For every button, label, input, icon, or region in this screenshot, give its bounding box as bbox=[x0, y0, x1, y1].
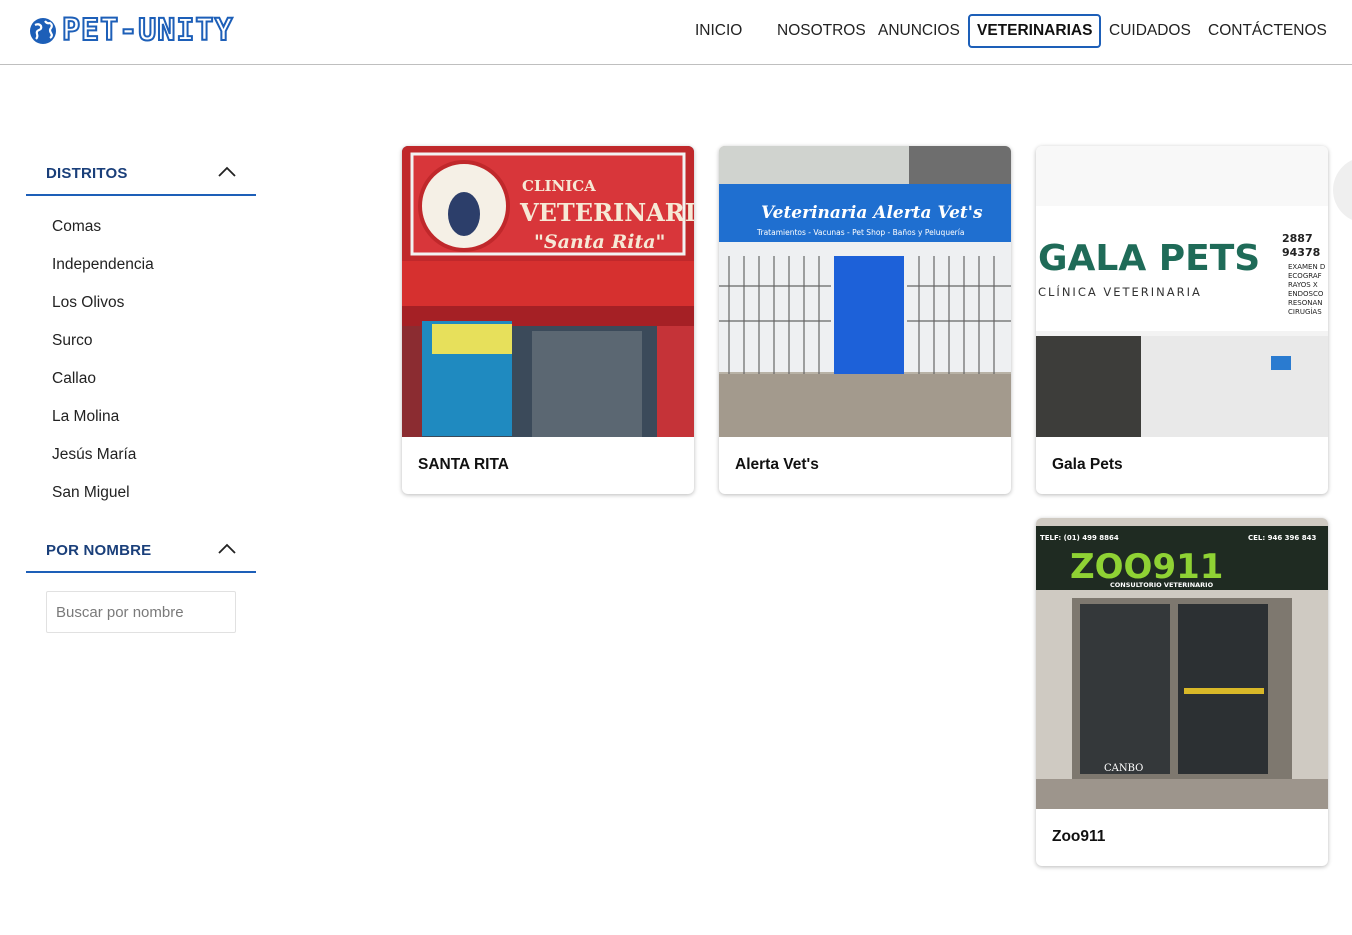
sign-text: VETERINARIA bbox=[519, 198, 694, 227]
sign-text: "Santa Rita" bbox=[534, 231, 665, 253]
sign-text: Tratamientos - Vacunas - Pet Shop - Baño… bbox=[756, 228, 964, 237]
nav-veterinarias[interactable]: VETERINARIAS bbox=[968, 14, 1102, 48]
sign-text: ENDOSCO bbox=[1288, 290, 1324, 298]
districts-filter-header[interactable]: DISTRITOS bbox=[26, 152, 256, 196]
district-list: Comas Independencia Los Olivos Surco Cal… bbox=[52, 208, 154, 512]
brand-logo[interactable]: PET-UNITY bbox=[28, 12, 234, 49]
district-item-comas[interactable]: Comas bbox=[52, 208, 154, 246]
sign-text: CLÍNICA VETERINARIA bbox=[1038, 284, 1202, 299]
sign-text: Veterinaria Alerta Vet's bbox=[761, 203, 983, 223]
vet-name: SANTA RITA bbox=[418, 456, 509, 473]
sign-text: RAYOS X bbox=[1288, 281, 1318, 289]
sign-text: GALA PETS bbox=[1038, 238, 1260, 279]
vet-name: Zoo911 bbox=[1052, 828, 1106, 845]
vet-photo-alerta-vets: Veterinaria Alerta Vet's Tratamientos - … bbox=[719, 146, 1011, 437]
vet-name: Gala Pets bbox=[1052, 456, 1123, 473]
sign-text: 94378 bbox=[1282, 246, 1320, 259]
district-item-callao[interactable]: Callao bbox=[52, 360, 154, 398]
vet-photo-santa-rita: CLINICA VETERINARIA "Santa Rita" bbox=[402, 146, 694, 437]
vet-card-zoo911[interactable]: TELF: (01) 499 8864 CEL: 946 396 843 ZOO… bbox=[1036, 518, 1328, 866]
vet-photo-gala-pets: GALA PETS CLÍNICA VETERINARIA 2887 94378… bbox=[1036, 146, 1328, 437]
nav-contactenos[interactable]: CONTÁCTENOS bbox=[1208, 14, 1327, 48]
sign-text: TELF: (01) 499 8864 bbox=[1040, 534, 1119, 542]
sign-text: EXAMEN D bbox=[1288, 263, 1325, 271]
district-item-independencia[interactable]: Independencia bbox=[52, 246, 154, 284]
vet-card-santa-rita[interactable]: CLINICA VETERINARIA "Santa Rita" SANTA R… bbox=[402, 146, 694, 494]
sign-text: CANBO bbox=[1104, 763, 1143, 774]
vet-name: Alerta Vet's bbox=[735, 456, 819, 473]
sign-text: CIRUGÍAS bbox=[1288, 307, 1322, 316]
vet-photo-zoo911: TELF: (01) 499 8864 CEL: 946 396 843 ZOO… bbox=[1036, 518, 1328, 809]
sign-text: CLINICA bbox=[522, 177, 596, 195]
sign-text: CEL: 946 396 843 bbox=[1248, 534, 1316, 542]
name-filter-title: POR NOMBRE bbox=[46, 542, 152, 559]
nav-anuncios[interactable]: ANUNCIOS bbox=[878, 14, 960, 48]
name-filter-header[interactable]: POR NOMBRE bbox=[26, 529, 256, 573]
districts-filter-title: DISTRITOS bbox=[46, 165, 128, 182]
district-item-la-molina[interactable]: La Molina bbox=[52, 398, 154, 436]
nav-nosotros[interactable]: NOSOTROS bbox=[777, 14, 866, 48]
sign-text: ECOGRAF bbox=[1288, 272, 1322, 280]
chevron-up-icon[interactable] bbox=[218, 543, 236, 555]
search-by-name-input[interactable] bbox=[46, 591, 236, 633]
nav-cuidados[interactable]: CUIDADOS bbox=[1109, 14, 1191, 48]
top-navbar: PET-UNITY INICIO NOSOTROS ANUNCIOS VETER… bbox=[0, 0, 1352, 65]
vet-card-alerta-vets[interactable]: Veterinaria Alerta Vet's Tratamientos - … bbox=[719, 146, 1011, 494]
globe-icon bbox=[30, 18, 56, 44]
district-item-san-miguel[interactable]: San Miguel bbox=[52, 474, 154, 512]
district-item-jesus-maria[interactable]: Jesús María bbox=[52, 436, 154, 474]
sign-text: CONSULTORIO VETERINARIO bbox=[1110, 581, 1214, 589]
brand-name: PET-UNITY bbox=[61, 12, 234, 49]
vet-card-gala-pets[interactable]: GALA PETS CLÍNICA VETERINARIA 2887 94378… bbox=[1036, 146, 1328, 494]
sign-text: RESONAN bbox=[1288, 299, 1323, 307]
sign-text: 2887 bbox=[1282, 232, 1313, 245]
district-item-surco[interactable]: Surco bbox=[52, 322, 154, 360]
district-item-los-olivos[interactable]: Los Olivos bbox=[52, 284, 154, 322]
scroll-button[interactable] bbox=[1333, 157, 1352, 223]
nav-inicio[interactable]: INICIO bbox=[695, 14, 742, 48]
chevron-up-icon[interactable] bbox=[218, 166, 236, 178]
